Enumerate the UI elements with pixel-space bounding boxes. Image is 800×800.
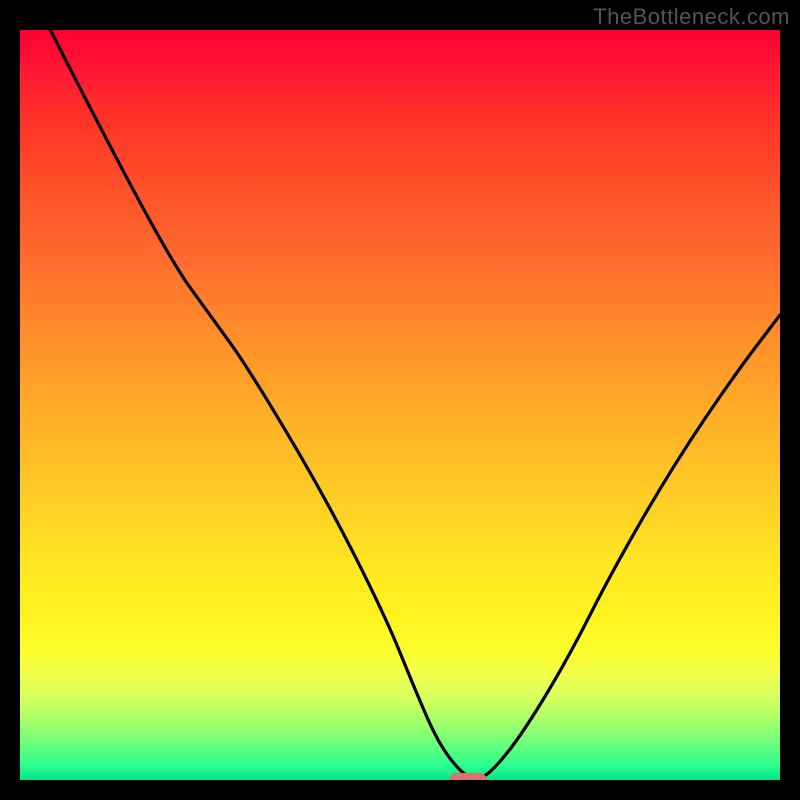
optimum-marker [449, 773, 487, 781]
plot-area [20, 30, 780, 780]
chart-frame: TheBottleneck.com [0, 0, 800, 800]
curve-svg [20, 30, 780, 780]
watermark-text: TheBottleneck.com [593, 4, 790, 30]
curve-path [50, 30, 780, 778]
